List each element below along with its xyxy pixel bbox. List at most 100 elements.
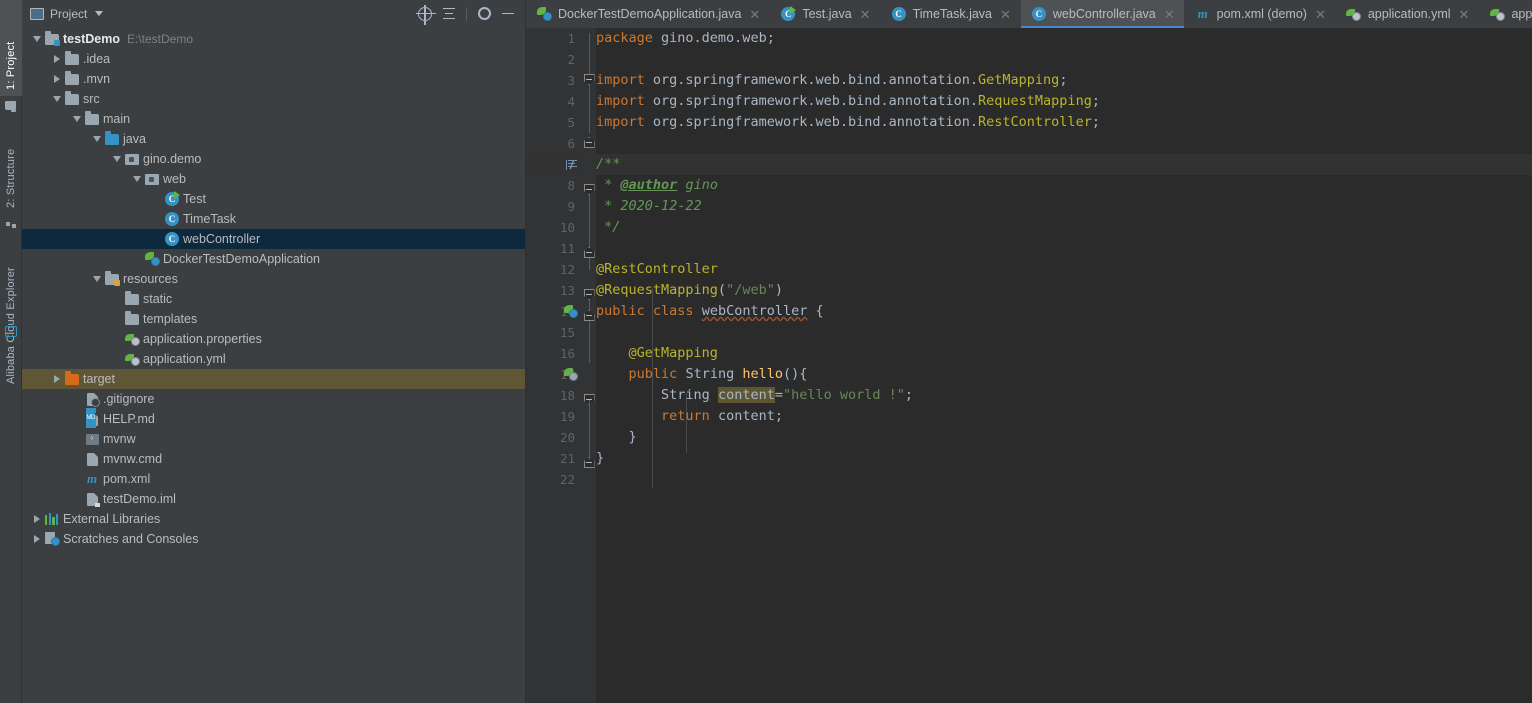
- close-icon[interactable]: ✕: [1315, 8, 1326, 21]
- code-line[interactable]: return content;: [596, 406, 1532, 427]
- code-line[interactable]: [596, 49, 1532, 70]
- chevron-down-icon[interactable]: [70, 109, 83, 129]
- chevron-down-icon[interactable]: [90, 129, 103, 149]
- editor-tab-timetask-java[interactable]: C TimeTask.java ✕: [881, 0, 1021, 28]
- code-line[interactable]: import org.springframework.web.bind.anno…: [596, 70, 1532, 91]
- tree-node--gitignore[interactable]: .gitignore: [22, 389, 525, 409]
- gear-icon[interactable]: [473, 3, 495, 25]
- code-line[interactable]: public String hello(){: [596, 364, 1532, 385]
- code-line[interactable]: }: [596, 448, 1532, 469]
- chevron-down-icon[interactable]: [90, 269, 103, 289]
- tree-node-dockertestdemoapplication[interactable]: DockerTestDemoApplication: [22, 249, 525, 269]
- code-line[interactable]: package gino.demo.web;: [596, 28, 1532, 49]
- code-line[interactable]: [596, 322, 1532, 343]
- tree-node-test[interactable]: C Test: [22, 189, 525, 209]
- code-line[interactable]: @RequestMapping("/web"): [596, 280, 1532, 301]
- code-line[interactable]: public class webController {: [596, 301, 1532, 322]
- spring-mapping-icon[interactable]: [562, 364, 580, 385]
- tree-node--idea[interactable]: .idea: [22, 49, 525, 69]
- tree-node-testdemo-iml[interactable]: testDemo.iml: [22, 489, 525, 509]
- chevron-down-icon[interactable]: [130, 169, 143, 189]
- close-icon[interactable]: ✕: [1000, 8, 1011, 21]
- chevron-right-icon[interactable]: [50, 49, 63, 69]
- tree-node-resources[interactable]: resources: [22, 269, 525, 289]
- gutter-markers[interactable]: [562, 28, 580, 490]
- tree-node-main[interactable]: main: [22, 109, 525, 129]
- chevron-down-icon[interactable]: [30, 29, 43, 49]
- tree-node-testdemo[interactable]: testDemo E:\testDemo: [22, 29, 525, 49]
- code-line[interactable]: [596, 469, 1532, 490]
- folding-column[interactable]: [582, 28, 596, 703]
- javadoc-icon[interactable]: [562, 154, 580, 175]
- locate-icon[interactable]: [414, 3, 436, 25]
- tree-node-mvnw[interactable]: › mvnw: [22, 429, 525, 449]
- tree-node-web[interactable]: web: [22, 169, 525, 189]
- editor-tab-bar[interactable]: DockerTestDemoApplication.java ✕ C Test.jav…: [526, 0, 1532, 28]
- code-line[interactable]: [596, 133, 1532, 154]
- fold-marker-javadoc[interactable]: [583, 184, 595, 195]
- code-line[interactable]: * @author gino: [596, 175, 1532, 196]
- tree-node-application-properties[interactable]: application.properties: [22, 329, 525, 349]
- tree-node-target[interactable]: target: [22, 369, 525, 389]
- close-icon[interactable]: ✕: [1164, 8, 1175, 21]
- fold-marker-class[interactable]: [583, 289, 595, 300]
- close-icon[interactable]: ✕: [860, 8, 871, 21]
- chevron-down-icon[interactable]: [50, 89, 63, 109]
- toolwindow-tab-alibaba-cloud-explorer[interactable]: Alibaba Cloud Explorer: [0, 238, 22, 390]
- fold-marker-imports-end[interactable]: [583, 137, 595, 148]
- fold-marker-imports[interactable]: [583, 74, 595, 85]
- tree-node-timetask[interactable]: C TimeTask: [22, 209, 525, 229]
- editor-gutter[interactable]: 12345678910111213141516171819202122: [526, 28, 582, 703]
- tree-node-pom-xml[interactable]: m pom.xml: [22, 469, 525, 489]
- editor-tab-dockertestdemoapplication-java[interactable]: DockerTestDemoApplication.java ✕: [526, 0, 771, 28]
- tree-node-scratches-and-consoles[interactable]: Scratches and Consoles: [22, 529, 525, 549]
- toolwindow-tab-project[interactable]: 1: Project: [0, 0, 22, 96]
- spring-config-icon: [1346, 6, 1362, 22]
- code-line[interactable]: import org.springframework.web.bind.anno…: [596, 91, 1532, 112]
- tree-node-java[interactable]: java: [22, 129, 525, 149]
- tree-node-application-yml[interactable]: application.yml: [22, 349, 525, 369]
- tree-node-label: resources: [123, 272, 178, 286]
- spring-bean-icon[interactable]: [562, 301, 580, 322]
- code-line[interactable]: @RestController: [596, 259, 1532, 280]
- collapse-all-icon[interactable]: [438, 3, 460, 25]
- project-tree[interactable]: testDemo E:\testDemo .idea .mvn src main java g…: [22, 27, 525, 703]
- tree-node-gino-demo[interactable]: gino.demo: [22, 149, 525, 169]
- toolwindow-tab-structure[interactable]: 2: Structure: [0, 122, 22, 214]
- fold-marker-javadoc-end[interactable]: [583, 247, 595, 258]
- code-line[interactable]: import org.springframework.web.bind.anno…: [596, 112, 1532, 133]
- tree-node-webcontroller[interactable]: CwebController: [22, 229, 525, 249]
- tree-node-external-libraries[interactable]: External Libraries: [22, 509, 525, 529]
- tree-node--mvn[interactable]: .mvn: [22, 69, 525, 89]
- chevron-down-icon[interactable]: [95, 11, 104, 16]
- code-line[interactable]: [596, 238, 1532, 259]
- editor-tab-applica[interactable]: applica: [1479, 0, 1532, 28]
- fold-marker-class-2[interactable]: [583, 310, 595, 321]
- tree-node-static[interactable]: static: [22, 289, 525, 309]
- editor-tab-application-yml[interactable]: application.yml ✕: [1336, 0, 1480, 28]
- code-editor[interactable]: 12345678910111213141516171819202122: [526, 28, 1532, 703]
- code-line[interactable]: @GetMapping: [596, 343, 1532, 364]
- code-text-area[interactable]: package gino.demo.web; import org.spring…: [596, 28, 1532, 703]
- chevron-right-icon[interactable]: [50, 369, 63, 389]
- code-line[interactable]: * 2020-12-22: [596, 196, 1532, 217]
- chevron-right-icon[interactable]: [30, 509, 43, 529]
- tree-node-mvnw-cmd[interactable]: mvnw.cmd: [22, 449, 525, 469]
- editor-tab-test-java[interactable]: C Test.java ✕: [770, 0, 881, 28]
- code-line[interactable]: */: [596, 217, 1532, 238]
- minimize-icon[interactable]: [497, 3, 519, 25]
- close-icon[interactable]: ✕: [749, 8, 760, 21]
- code-line[interactable]: /**: [596, 154, 1532, 175]
- tree-node-src[interactable]: src: [22, 89, 525, 109]
- chevron-down-icon[interactable]: [110, 149, 123, 169]
- code-line[interactable]: String content="hello world !";: [596, 385, 1532, 406]
- chevron-right-icon[interactable]: [30, 529, 43, 549]
- editor-tab-webcontroller-java[interactable]: CwebController.java ✕: [1020, 0, 1185, 28]
- tree-node-templates[interactable]: templates: [22, 309, 525, 329]
- tree-node-help-md[interactable]: HELP.md: [22, 407, 525, 429]
- close-icon[interactable]: ✕: [1459, 8, 1470, 21]
- chevron-right-icon[interactable]: [50, 69, 63, 89]
- project-view-selector[interactable]: Project: [30, 7, 104, 21]
- code-line[interactable]: }: [596, 427, 1532, 448]
- editor-tab-pom-xml-demo-[interactable]: m pom.xml (demo) ✕: [1185, 0, 1336, 28]
